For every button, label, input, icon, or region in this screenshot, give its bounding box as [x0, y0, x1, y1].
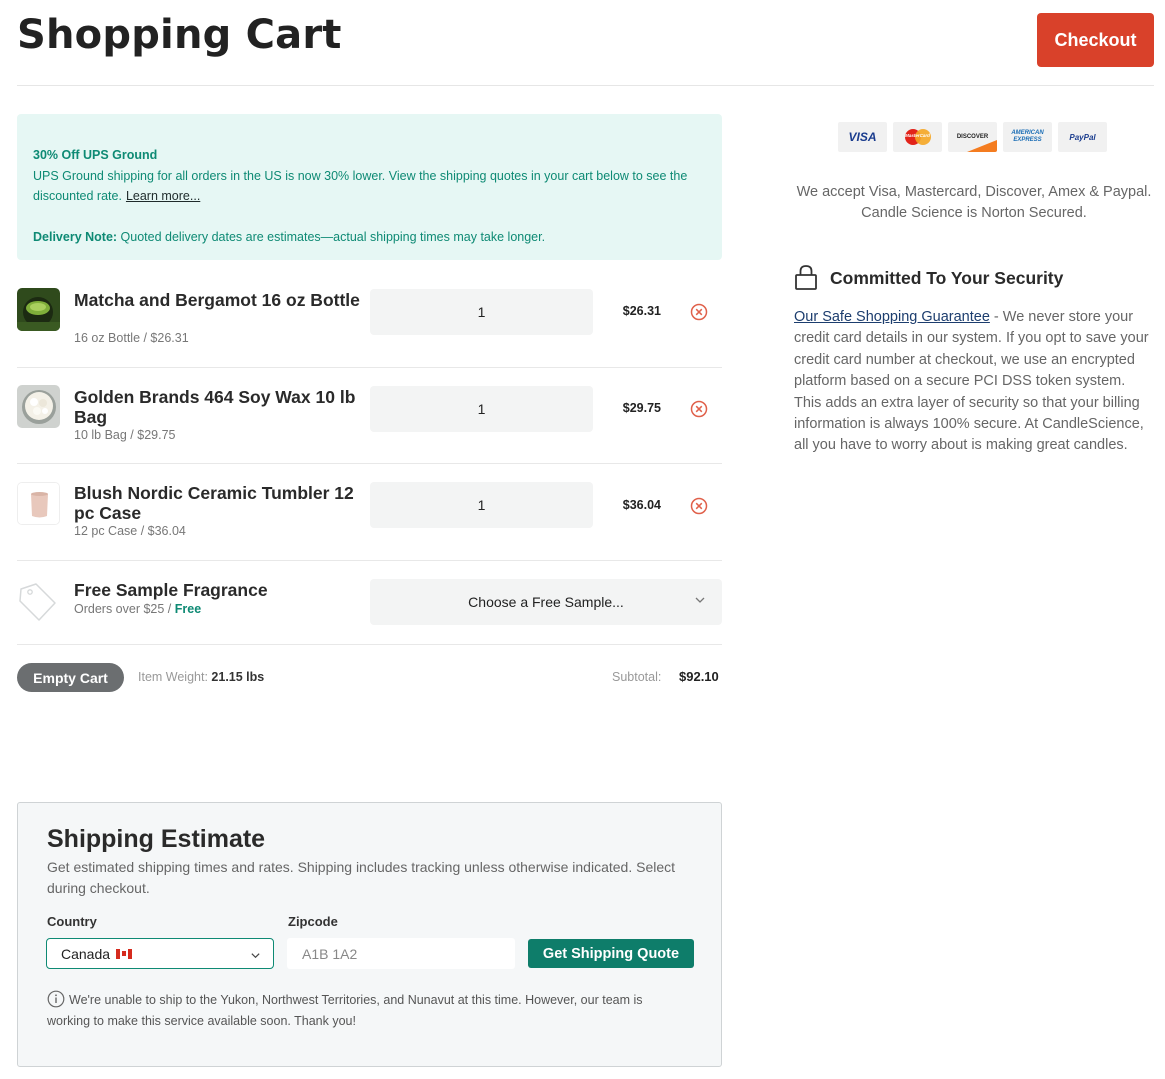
- security-title: Committed To Your Security: [830, 268, 1064, 288]
- item-variant: 16 oz Bottle / $26.31: [74, 331, 189, 345]
- tumbler-image[interactable]: [17, 482, 60, 525]
- quantity-input[interactable]: 1: [370, 482, 593, 528]
- remove-item-icon[interactable]: [690, 400, 708, 418]
- item-weight-label: Item Weight:: [138, 670, 208, 684]
- free-label: Free: [174, 602, 202, 616]
- country-select-value: Canada: [61, 945, 111, 962]
- row-divider: [17, 367, 722, 368]
- zipcode-label: Zipcode: [288, 914, 338, 929]
- info-icon: [47, 990, 65, 1008]
- security-body: - We never store your credit card detail…: [794, 309, 1149, 454]
- page-title: Shopping Cart: [17, 12, 342, 58]
- remove-item-icon[interactable]: [690, 497, 708, 515]
- subtotal-label: Subtotal:: [612, 670, 662, 684]
- notice-title: 30% Off UPS Ground: [33, 148, 158, 162]
- cart-item: Golden Brands 464 Soy Wax 10 lb Bag 10 l…: [17, 385, 722, 445]
- shipping-estimate-description: Get estimated shipping times and rates. …: [47, 859, 676, 896]
- item-variant: 10 lb Bag / $29.75: [74, 428, 176, 442]
- visa-card-icon: VISA: [838, 122, 887, 152]
- item-name[interactable]: Golden Brands 464 Soy Wax 10 lb Bag: [74, 387, 364, 427]
- notice-body: UPS Ground shipping for all orders in th…: [33, 166, 706, 207]
- item-weight-value: 21.15 lbs: [211, 670, 265, 684]
- chevron-down-icon: [695, 597, 705, 603]
- sample-name: Free Sample Fragrance: [74, 580, 268, 600]
- paypal-label: PayPal: [1069, 132, 1096, 142]
- subtotal-value: $92.10: [679, 669, 719, 684]
- discover-label: DISCOVER: [956, 134, 989, 140]
- delivery-note-label: Delivery Note:: [33, 229, 118, 244]
- shipping-note-text: We're unable to ship to the Yukon, North…: [47, 993, 643, 1028]
- item-variant: 12 pc Case / $36.04: [74, 524, 186, 538]
- amex-label: AMERICAN EXPRESS: [1011, 130, 1044, 143]
- cart-item: Blush Nordic Ceramic Tumbler 12 pc Case …: [17, 481, 722, 541]
- remove-item-icon[interactable]: [690, 303, 708, 321]
- learn-more-link[interactable]: Learn more...: [126, 189, 200, 203]
- delivery-note-text: Quoted delivery dates are estimates—actu…: [120, 229, 546, 244]
- quantity-input[interactable]: 1: [370, 289, 593, 335]
- visa-label: VISA: [848, 130, 877, 144]
- checkout-button[interactable]: Checkout: [1037, 13, 1154, 67]
- free-sample-select-value: Choose a Free Sample...: [468, 594, 624, 610]
- mastercard-icon: MasterCard: [893, 122, 942, 152]
- country-select[interactable]: Canada: [46, 938, 274, 969]
- discover-card-icon: DISCOVER: [948, 122, 997, 152]
- amex-card-icon: AMERICAN EXPRESS: [1003, 122, 1052, 152]
- item-name[interactable]: Blush Nordic Ceramic Tumbler 12 pc Case: [74, 483, 364, 523]
- sample-condition: Orders over $25 / Free: [74, 602, 201, 616]
- lock-icon: [795, 265, 817, 290]
- payment-cards: VISA MasterCard DISCOVER AMERICAN EXPRES…: [838, 122, 1107, 152]
- tag-icon: [17, 580, 60, 623]
- row-divider: [17, 644, 722, 645]
- shipping-note: We're unable to ship to the Yukon, North…: [47, 990, 687, 1032]
- free-sample-row: Free Sample Fragrance Orders over $25 / …: [17, 578, 722, 628]
- canada-flag-icon: [116, 948, 133, 959]
- soy-wax-image[interactable]: [17, 385, 60, 428]
- paypal-card-icon: PayPal: [1058, 122, 1107, 152]
- shipping-notice: 30% Off UPS Ground UPS Ground shipping f…: [17, 114, 722, 260]
- safe-shopping-guarantee-link[interactable]: Our Safe Shopping Guarantee: [794, 309, 990, 325]
- matcha-bottle-image[interactable]: [17, 288, 60, 331]
- free-sample-select[interactable]: Choose a Free Sample...: [370, 579, 722, 625]
- country-label: Country: [47, 914, 97, 929]
- chevron-down-icon: [251, 953, 260, 959]
- zipcode-input[interactable]: [287, 938, 515, 969]
- item-name[interactable]: Matcha and Bergamot 16 oz Bottle: [74, 290, 364, 310]
- mastercard-label: MasterCard: [905, 133, 930, 138]
- item-price: $29.75: [622, 401, 661, 415]
- shipping-estimate-title: Shipping Estimate: [47, 825, 266, 853]
- shipping-estimate-panel: Shipping Estimate Get estimated shipping…: [17, 802, 722, 1067]
- sample-condition-text: Orders over $25 /: [74, 602, 172, 616]
- cart-item: Matcha and Bergamot 16 oz Bottle 16 oz B…: [17, 288, 722, 348]
- header-divider: [17, 85, 1154, 86]
- accepted-payments-text: We accept Visa, Mastercard, Discover, Am…: [796, 184, 1152, 221]
- item-price: $36.04: [622, 498, 661, 512]
- row-divider: [17, 560, 722, 561]
- security-text: Our Safe Shopping Guarantee - We never s…: [794, 307, 1156, 457]
- get-shipping-quote-button[interactable]: Get Shipping Quote: [528, 939, 694, 968]
- item-price: $26.31: [622, 304, 661, 318]
- quantity-input[interactable]: 1: [370, 386, 593, 432]
- item-weight: Item Weight: 21.15 lbs: [138, 670, 264, 684]
- row-divider: [17, 463, 722, 464]
- delivery-note: Delivery Note: Quoted delivery dates are…: [33, 227, 706, 248]
- empty-cart-button[interactable]: Empty Cart: [17, 663, 124, 692]
